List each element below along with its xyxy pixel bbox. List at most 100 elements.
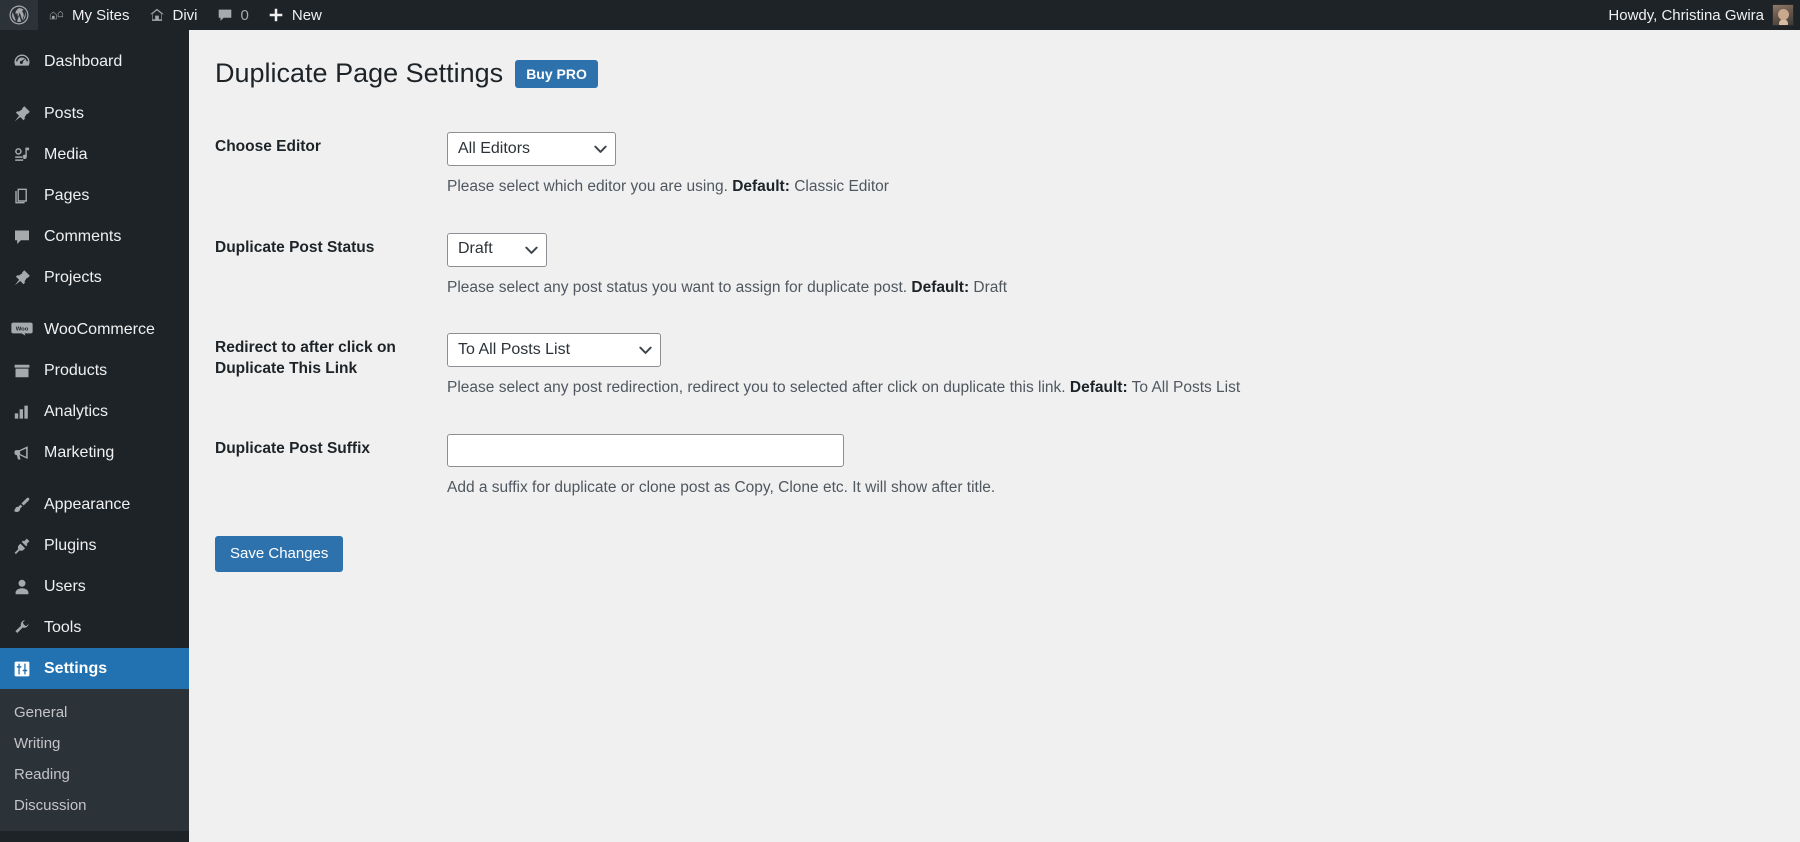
desc-text-post: Draft: [969, 278, 1008, 296]
label-redirect: Redirect to after click on Duplicate Thi…: [215, 339, 396, 377]
save-changes-button[interactable]: Save Changes: [215, 535, 344, 572]
submenu-item-writing[interactable]: Writing: [0, 728, 189, 759]
form-row-choose-editor: Choose Editor All Editors Please select …: [215, 115, 1675, 215]
sidebar-item-plugins[interactable]: Plugins: [0, 525, 189, 566]
comments-bubble-link[interactable]: 0: [207, 0, 258, 30]
sidebar-item-woocommerce[interactable]: Woo WooCommerce: [0, 309, 189, 350]
desc-text-post: To All Posts List: [1127, 379, 1241, 397]
user-icon: [11, 576, 33, 598]
sidebar-item-label: Users: [44, 577, 86, 595]
main-content: Duplicate Page Settings Buy PRO Choose E…: [189, 30, 1800, 842]
my-sites-label: My Sites: [72, 6, 130, 24]
sidebar-item-marketing[interactable]: Marketing: [0, 432, 189, 473]
sidebar-item-label: Pages: [44, 186, 90, 204]
dashboard-icon: [11, 51, 33, 73]
page-title: Duplicate Page Settings: [215, 58, 504, 88]
duplicate-post-suffix-input[interactable]: [447, 433, 844, 467]
comment-bubble-icon: [11, 226, 33, 248]
page-header: Duplicate Page Settings Buy PRO: [189, 30, 1800, 91]
desc-default-label: Default:: [1069, 379, 1128, 397]
sidebar-item-dashboard[interactable]: Dashboard: [0, 41, 189, 82]
sidebar-item-comments[interactable]: Comments: [0, 216, 189, 257]
desc-text-post: Classic Editor: [789, 178, 889, 196]
sidebar-item-label: WooCommerce: [44, 320, 155, 338]
new-content-label: New: [291, 6, 322, 24]
submenu-item-general[interactable]: General: [0, 697, 189, 728]
submit-row: Save Changes: [189, 516, 1800, 572]
sidebar-item-media[interactable]: Media: [0, 134, 189, 175]
plug-icon: [11, 535, 33, 557]
sidebar-item-label: Comments: [44, 227, 122, 245]
duplicate-post-status-select[interactable]: Draft: [447, 232, 547, 267]
sidebar-item-users[interactable]: Users: [0, 566, 189, 607]
howdy-label: Howdy, Christina Gwira: [1608, 6, 1764, 24]
submenu-item-discussion[interactable]: Discussion: [0, 790, 189, 821]
submenu-item-reading[interactable]: Reading: [0, 759, 189, 790]
account-menu[interactable]: Howdy, Christina Gwira: [1608, 4, 1800, 26]
field-duplicate-post-suffix: Add a suffix for duplicate or clone post…: [447, 417, 1675, 516]
settings-submenu: General Writing Reading Discussion: [0, 689, 189, 831]
sidebar-item-tools[interactable]: Tools: [0, 607, 189, 648]
wordpress-logo-button[interactable]: [0, 0, 38, 30]
field-redirect: To All Posts List Please select any post…: [447, 316, 1675, 416]
paintbrush-icon: [11, 494, 33, 516]
sidebar-item-posts[interactable]: Posts: [0, 93, 189, 134]
site-name-menu[interactable]: Divi: [139, 0, 207, 30]
sidebar-item-label: Analytics: [44, 402, 109, 420]
sidebar-item-analytics[interactable]: Analytics: [0, 391, 189, 432]
home-icon: [148, 6, 166, 24]
menu-separator-3: [0, 473, 189, 484]
avatar: [1772, 4, 1794, 26]
desc-text-pre: Please select any post redirection, redi…: [447, 379, 1070, 397]
label-choose-editor: Choose Editor: [215, 138, 321, 156]
description-choose-editor: Please select which editor you are using…: [447, 176, 1665, 198]
pin-icon: [11, 267, 33, 289]
label-duplicate-post-suffix: Duplicate Post Suffix: [215, 439, 371, 457]
pages-icon: [11, 185, 33, 207]
sidebar-item-products[interactable]: Products: [0, 350, 189, 391]
products-box-icon: [11, 360, 33, 382]
sidebar-item-settings[interactable]: Settings: [0, 648, 189, 689]
plus-icon: [267, 6, 285, 24]
sidebar-item-label: Plugins: [44, 536, 97, 554]
field-choose-editor: All Editors Please select which editor y…: [447, 115, 1675, 215]
menu-separator-1: [0, 82, 189, 93]
site-name-label: Divi: [172, 6, 198, 24]
sidebar-item-appearance[interactable]: Appearance: [0, 484, 189, 525]
choose-editor-select-wrap: All Editors: [447, 132, 616, 167]
bar-chart-icon: [11, 401, 33, 423]
sidebar-item-label: Marketing: [44, 443, 115, 461]
form-row-suffix: Duplicate Post Suffix Add a suffix for d…: [215, 417, 1675, 516]
settings-sliders-icon: [11, 658, 33, 680]
description-duplicate-post-status: Please select any post status you want t…: [447, 277, 1665, 299]
buy-pro-button[interactable]: Buy PRO: [515, 59, 598, 88]
sidebar-item-label: Projects: [44, 268, 102, 286]
media-icon: [11, 144, 33, 166]
sidebar-item-label: Tools: [44, 618, 82, 636]
megaphone-icon: [11, 442, 33, 464]
sidebar-item-label: Settings: [44, 659, 108, 677]
label-duplicate-post-status: Duplicate Post Status: [215, 238, 375, 256]
my-sites-menu[interactable]: My Sites: [38, 0, 139, 30]
sidebar-item-pages[interactable]: Pages: [0, 175, 189, 216]
admin-sidebar: Dashboard Posts Media Pages Comments Pro…: [0, 30, 189, 842]
sidebar-item-projects[interactable]: Projects: [0, 257, 189, 298]
new-content-menu[interactable]: New: [258, 0, 331, 30]
wordpress-logo-icon: [9, 5, 29, 25]
comment-bubble-icon: [216, 6, 234, 24]
sidebar-item-label: Posts: [44, 104, 85, 122]
choose-editor-select[interactable]: All Editors: [447, 132, 616, 167]
desc-text-pre: Please select which editor you are using…: [447, 178, 733, 196]
comment-count: 0: [240, 6, 249, 24]
settings-form-table: Choose Editor All Editors Please select …: [215, 115, 1675, 516]
desc-text-pre: Add a suffix for duplicate or clone post…: [447, 478, 996, 496]
wrench-icon: [11, 617, 33, 639]
field-duplicate-post-status: Draft Please select any post status you …: [447, 216, 1675, 316]
redirect-select[interactable]: To All Posts List: [447, 333, 661, 368]
menu-separator-2: [0, 298, 189, 309]
sidebar-item-label: Products: [44, 361, 108, 379]
form-row-duplicate-post-status: Duplicate Post Status Draft Please selec…: [215, 216, 1675, 316]
menu-spacer-top: [0, 30, 189, 41]
form-row-redirect: Redirect to after click on Duplicate Thi…: [215, 316, 1675, 416]
woocommerce-icon: Woo: [11, 319, 33, 341]
